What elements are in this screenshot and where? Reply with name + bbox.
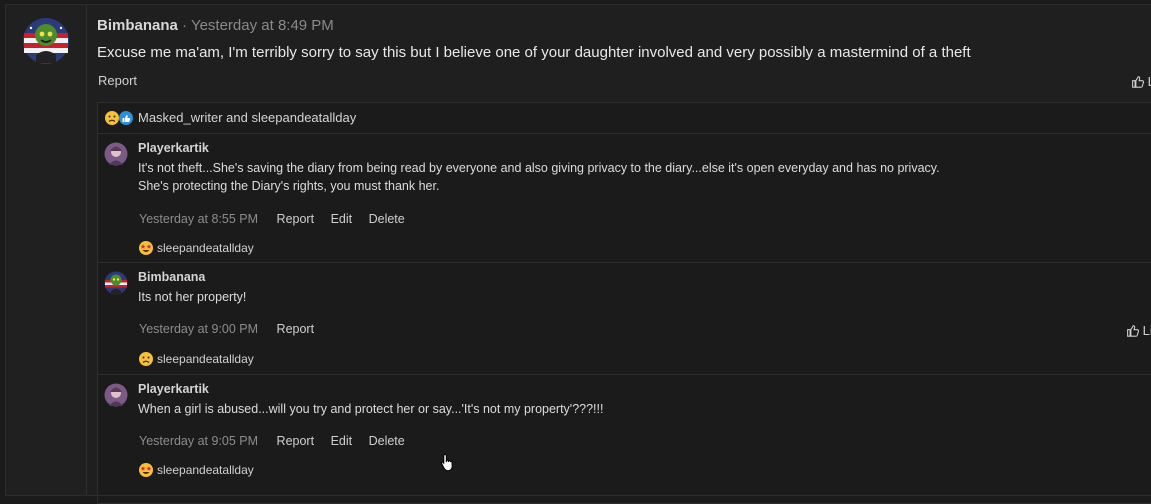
report-button[interactable]: Report xyxy=(98,73,137,88)
comment-timestamp[interactable]: Yesterday at 8:55 PM xyxy=(139,212,258,226)
report-button[interactable]: Report xyxy=(277,322,315,336)
sad-emoji-icon xyxy=(139,352,153,366)
reaction-summary[interactable]: Masked_writer and sleepandeatallday xyxy=(98,103,1151,134)
avatar[interactable] xyxy=(104,271,128,295)
post-separator: · xyxy=(182,17,188,34)
comment-line: She's protecting the Diary's rights, you… xyxy=(138,179,440,193)
like-label: Li xyxy=(1142,323,1151,338)
like-button[interactable]: Li xyxy=(1126,323,1151,338)
report-button[interactable]: Report xyxy=(277,434,315,448)
comment-item: Playerkartik It's not theft...She's savi… xyxy=(98,134,1151,263)
comment-timestamp[interactable]: Yesterday at 9:00 PM xyxy=(139,322,258,336)
comment-reaction[interactable]: sleepandeatallday xyxy=(138,462,254,478)
comment-line: When a girl is abused...will you try and… xyxy=(138,402,604,416)
reaction-user: sleepandeatallday xyxy=(157,352,254,366)
avatar[interactable] xyxy=(104,142,128,166)
post-body: Excuse me ma'am, I'm terribly sorry to s… xyxy=(97,44,971,61)
edit-button[interactable]: Edit xyxy=(331,212,353,226)
post-header: Bimbanana · Yesterday at 8:49 PM xyxy=(97,17,334,34)
edit-button[interactable]: Edit xyxy=(331,434,353,448)
star-eyes-emoji-icon xyxy=(139,241,153,255)
comment-reaction[interactable]: sleepandeatallday xyxy=(138,351,254,367)
comment-line: It's not theft...She's saving the diary … xyxy=(138,161,940,175)
comment-item: Bimbanana Its not her property! Yesterda… xyxy=(98,263,1151,375)
comment-author[interactable]: Playerkartik xyxy=(138,141,209,155)
comment-item: Playerkartik When a girl is abused...wil… xyxy=(98,375,1151,496)
reaction-users[interactable]: Masked_writer and sleepandeatallday xyxy=(138,110,356,125)
thumb-up-icon xyxy=(1132,76,1145,88)
reaction-icons xyxy=(105,111,133,125)
hand-cursor-icon xyxy=(441,453,453,472)
comment-text: It's not theft...She's saving the diary … xyxy=(138,159,940,195)
post-timestamp[interactable]: Yesterday at 8:49 PM xyxy=(191,17,334,34)
comment-timestamp[interactable]: Yesterday at 9:05 PM xyxy=(139,434,258,448)
avatar[interactable] xyxy=(22,17,70,65)
report-button[interactable]: Report xyxy=(277,212,315,226)
reaction-user: sleepandeatallday xyxy=(157,241,254,255)
comment-author[interactable]: Bimbanana xyxy=(138,270,205,284)
comments-section: Masked_writer and sleepandeatallday Play… xyxy=(97,102,1151,504)
delete-button[interactable]: Delete xyxy=(369,434,405,448)
comment-actions: Yesterday at 8:55 PM Report Edit Delete xyxy=(139,212,418,226)
like-button[interactable]: Li xyxy=(1131,74,1151,89)
reaction-user: sleepandeatallday xyxy=(157,463,254,477)
sad-emoji-icon xyxy=(105,111,119,125)
star-eyes-emoji-icon xyxy=(139,463,153,477)
comment-line: Its not her property! xyxy=(138,290,247,304)
like-thumb-icon xyxy=(119,111,133,125)
comment-actions: Yesterday at 9:05 PM Report Edit Delete xyxy=(139,434,418,448)
comment-author[interactable]: Playerkartik xyxy=(138,382,209,396)
thumb-up-icon xyxy=(1127,325,1140,337)
post-author[interactable]: Bimbanana xyxy=(97,17,178,34)
avatar[interactable] xyxy=(104,383,128,407)
comment-text: Its not her property! xyxy=(138,288,246,306)
comment-reaction[interactable]: sleepandeatallday xyxy=(138,240,254,256)
like-label: Li xyxy=(1148,74,1151,89)
avatar-column xyxy=(6,5,87,495)
comment-actions: Yesterday at 9:00 PM Report xyxy=(139,322,327,336)
message-post: Bimbanana · Yesterday at 8:49 PM Excuse … xyxy=(5,4,1151,504)
comment-text: When a girl is abused...will you try and… xyxy=(138,400,603,418)
delete-button[interactable]: Delete xyxy=(369,212,405,226)
